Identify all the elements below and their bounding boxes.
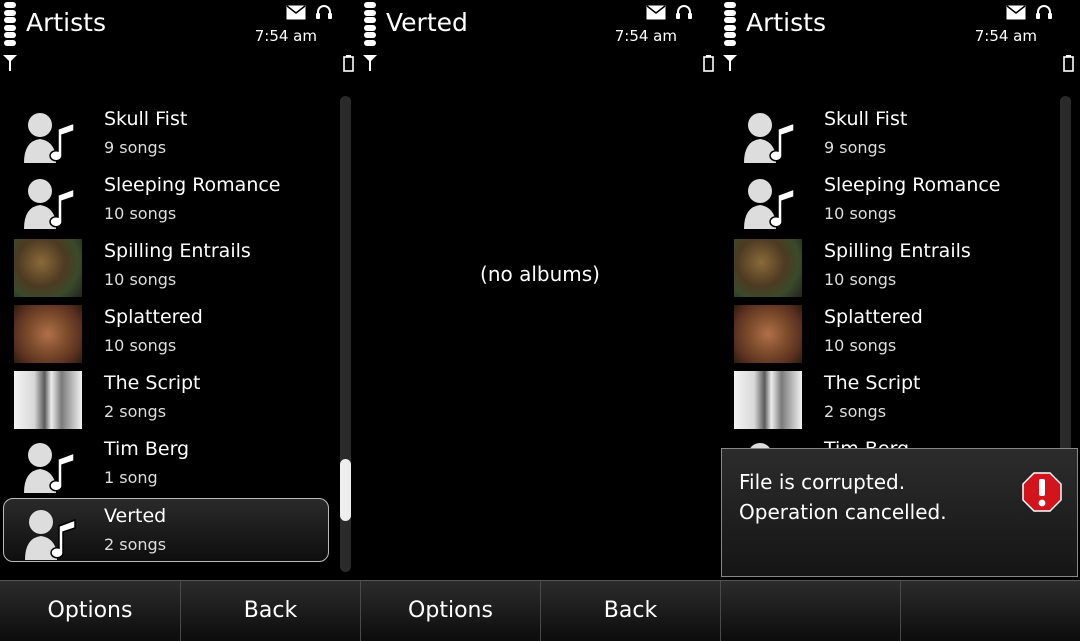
empty-softkey[interactable]: [900, 581, 1080, 641]
artist-albums-panel: Verted 7:54 am (no albums): [360, 0, 720, 580]
page-title: Artists: [746, 8, 826, 37]
artist-name: Spilling Entrails: [824, 240, 971, 262]
signal-icon: [723, 55, 737, 71]
mail-icon: [286, 5, 306, 20]
empty-state-text: (no albums): [480, 262, 600, 286]
song-count: 2 songs: [824, 402, 887, 421]
app-menu-icon[interactable]: [723, 2, 737, 46]
song-count: 10 songs: [824, 336, 897, 355]
options-softkey[interactable]: Options: [0, 581, 180, 641]
list-item-selected[interactable]: Verted 2 songs: [3, 498, 329, 562]
artist-name: Splattered: [104, 306, 203, 328]
list-item[interactable]: Splattered 10 songs: [720, 298, 1060, 364]
artist-placeholder-icon: [25, 510, 76, 560]
page-title: Verted: [386, 8, 468, 37]
song-count: 9 songs: [824, 138, 887, 157]
song-count: 2 songs: [104, 535, 167, 554]
list-item[interactable]: Sleeping Romance 10 songs: [0, 166, 340, 232]
error-message: File is corrupted. Operation cancelled.: [739, 470, 947, 524]
back-softkey[interactable]: Back: [540, 581, 720, 641]
list-item[interactable]: Splattered 10 songs: [0, 298, 340, 364]
album-art: [14, 239, 82, 297]
softkey-bar: Options Back Options Back: [0, 580, 1080, 641]
error-icon: [1022, 472, 1062, 512]
page-title: Artists: [26, 8, 106, 37]
app-menu-icon[interactable]: [3, 2, 17, 46]
album-art: [14, 305, 82, 363]
status-header: Verted 7:54 am: [360, 0, 720, 80]
battery-icon: [1063, 55, 1074, 72]
artist-name: The Script: [104, 372, 201, 394]
artist-name: Splattered: [824, 306, 923, 328]
artist-placeholder-icon: [24, 179, 75, 229]
list-item[interactable]: Sleeping Romance 10 songs: [720, 166, 1060, 232]
error-dialog[interactable]: File is corrupted. Operation cancelled.: [721, 448, 1078, 577]
clock: 7:54 am: [974, 27, 1037, 45]
list-item[interactable]: Skull Fist 9 songs: [0, 100, 340, 166]
artist-name: Verted: [104, 505, 167, 527]
artist-name: Skull Fist: [824, 108, 908, 130]
song-count: 9 songs: [104, 138, 167, 157]
battery-icon: [703, 55, 714, 72]
status-header: Artists 7:54 am: [0, 0, 360, 80]
options-softkey[interactable]: Options: [360, 581, 540, 641]
artists-panel: Artists 7:54 am Skull Fist 9 songs Sleep…: [0, 0, 360, 580]
album-art: [14, 371, 82, 429]
artist-placeholder-icon: [744, 179, 795, 229]
list-item[interactable]: Spilling Entrails 10 songs: [720, 232, 1060, 298]
list-item[interactable]: Tim Berg 1 song: [0, 430, 340, 496]
artist-name: Spilling Entrails: [104, 240, 251, 262]
empty-softkey[interactable]: [720, 581, 900, 641]
artist-placeholder-icon: [24, 443, 75, 493]
artist-name: The Script: [824, 372, 921, 394]
list-item[interactable]: Spilling Entrails 10 songs: [0, 232, 340, 298]
artist-placeholder-icon: [24, 113, 75, 163]
artist-name: Tim Berg: [104, 438, 190, 460]
song-count: 10 songs: [104, 270, 177, 289]
album-art: [734, 371, 802, 429]
status-header: Artists 7:54 am: [720, 0, 1080, 80]
back-softkey[interactable]: Back: [180, 581, 360, 641]
artist-name: Skull Fist: [104, 108, 188, 130]
artist-placeholder-icon: [744, 113, 795, 163]
song-count: 10 songs: [824, 204, 897, 223]
battery-icon: [343, 55, 354, 72]
song-count: 10 songs: [104, 204, 177, 223]
signal-icon: [363, 55, 377, 71]
signal-icon: [3, 55, 17, 71]
app-menu-icon[interactable]: [363, 2, 377, 46]
list-item[interactable]: The Script 2 songs: [720, 364, 1060, 430]
album-art: [734, 239, 802, 297]
list-item[interactable]: Skull Fist 9 songs: [720, 100, 1060, 166]
scrollbar-thumb[interactable]: [340, 459, 351, 521]
song-count: 10 songs: [104, 336, 177, 355]
song-count: 10 songs: [824, 270, 897, 289]
artist-name: Sleeping Romance: [824, 174, 1001, 196]
artist-list[interactable]: Skull Fist 9 songs Sleeping Romance 10 s…: [0, 100, 345, 570]
album-art: [734, 305, 802, 363]
clock: 7:54 am: [614, 27, 677, 45]
list-item[interactable]: The Script 2 songs: [0, 364, 340, 430]
headphones-icon: [676, 5, 692, 19]
mail-icon: [1006, 5, 1026, 20]
artist-name: Sleeping Romance: [104, 174, 281, 196]
headphones-icon: [1036, 5, 1052, 19]
mail-icon: [646, 5, 666, 20]
song-count: 2 songs: [104, 402, 167, 421]
clock: 7:54 am: [254, 27, 317, 45]
song-count: 1 song: [104, 468, 158, 487]
headphones-icon: [316, 5, 332, 19]
